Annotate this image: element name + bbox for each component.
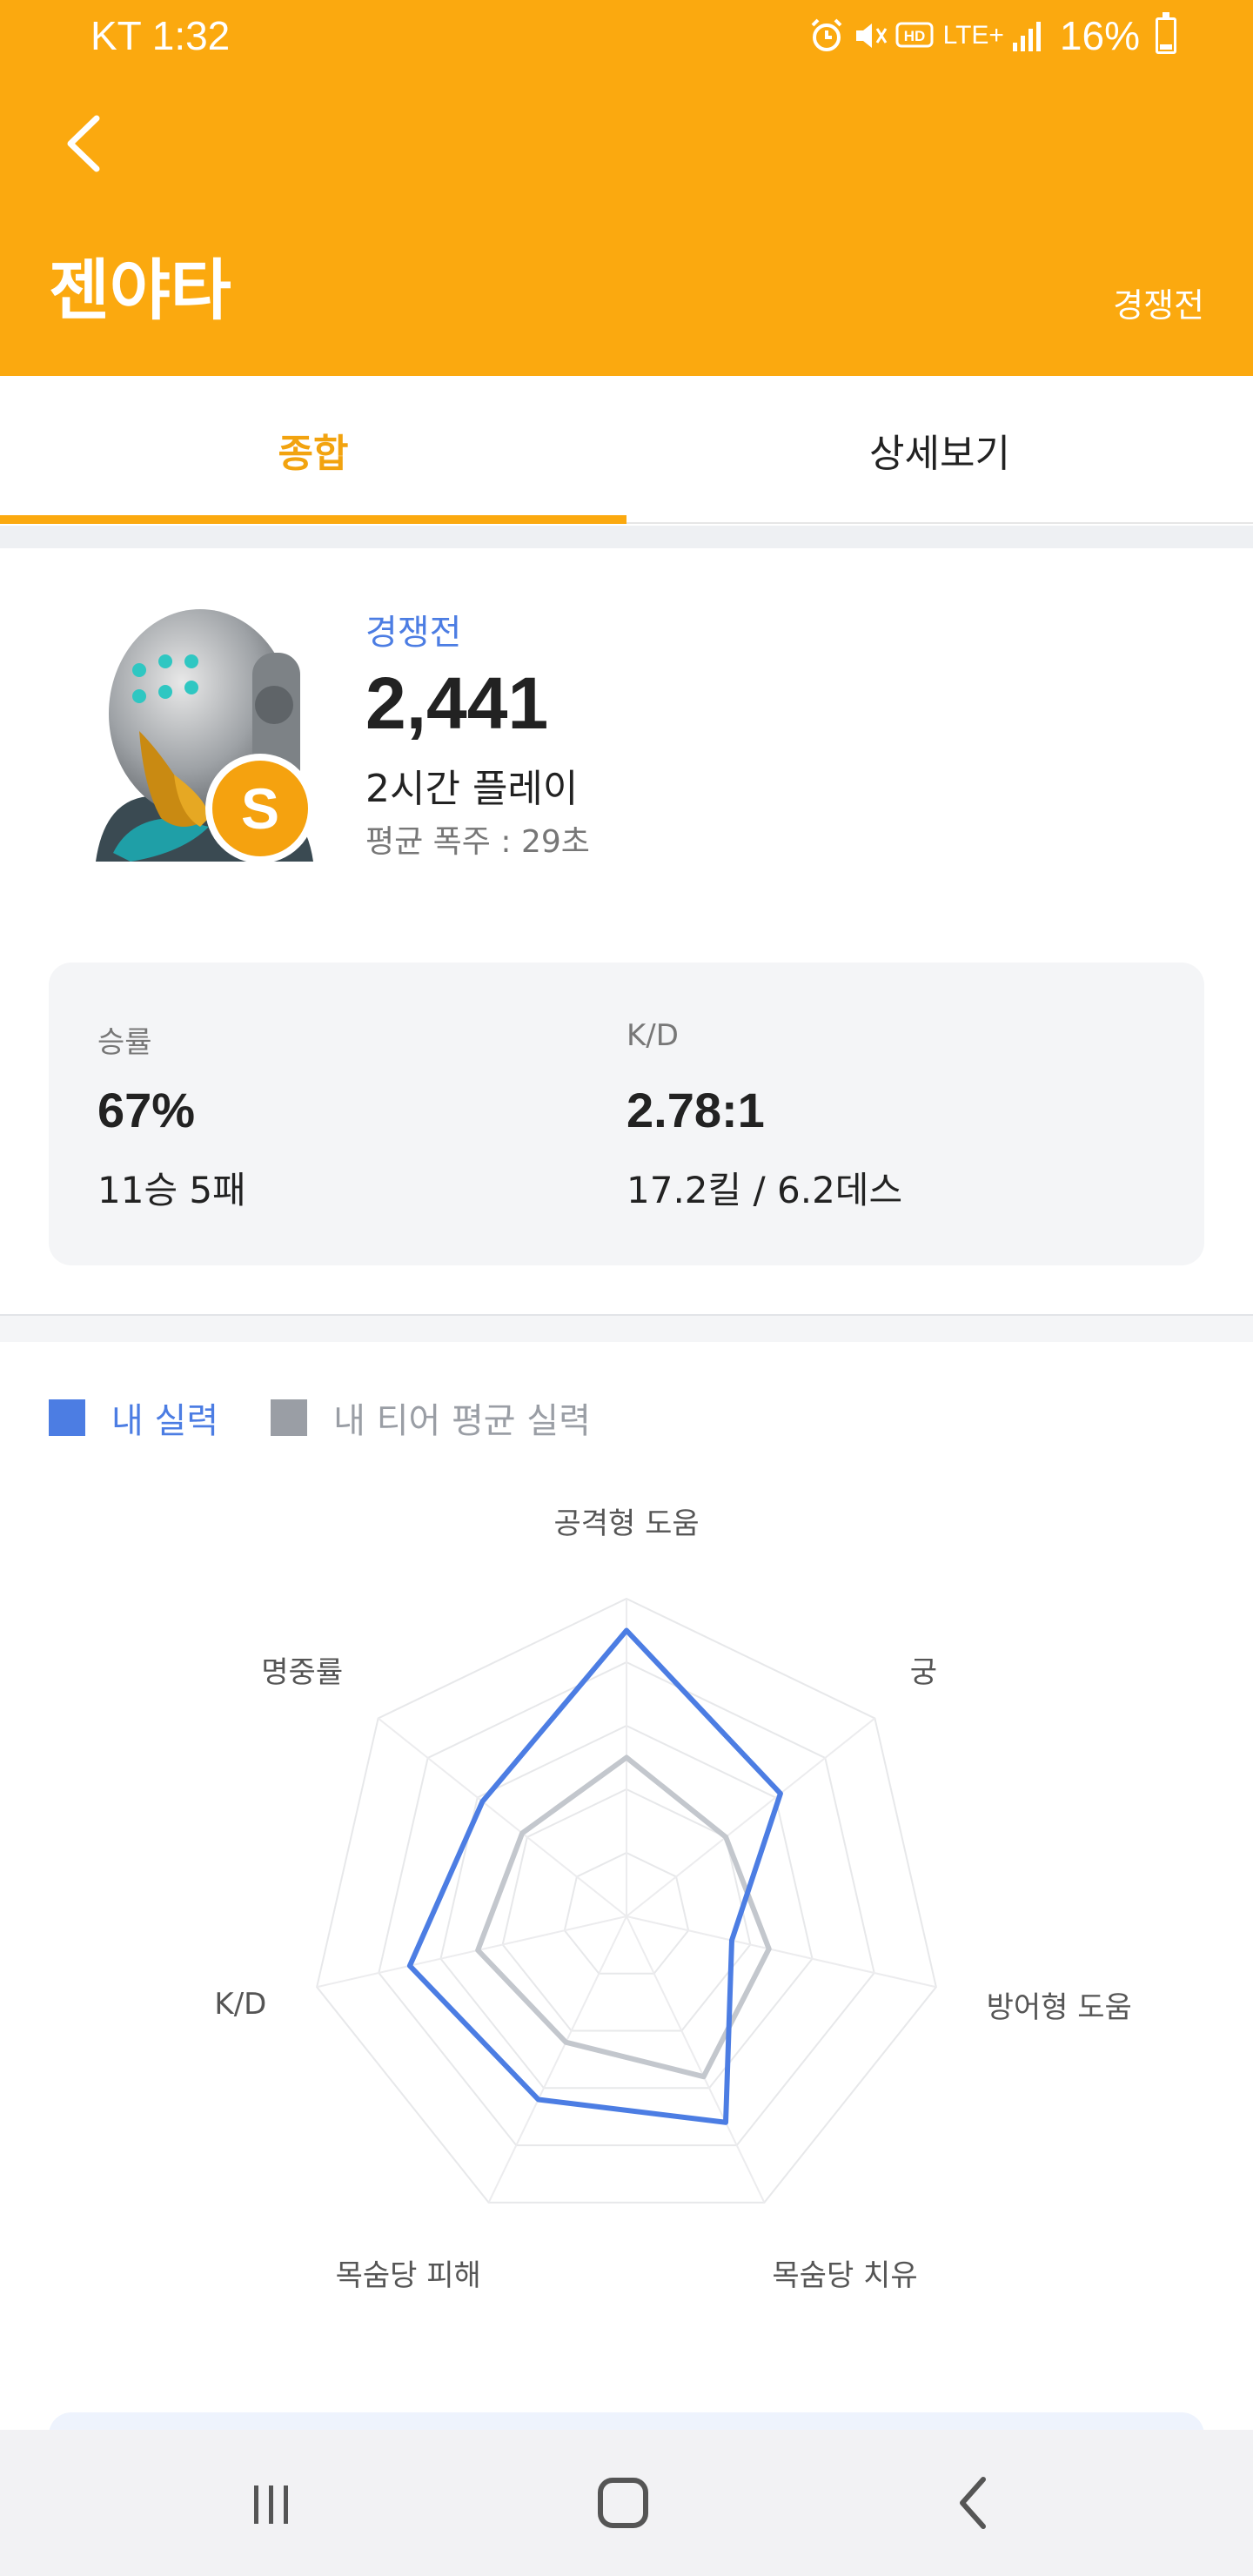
back-button[interactable] [49, 104, 118, 183]
radar-axis-label: 목숨당 피해 [335, 2258, 481, 2294]
network-type-label: LTE+ [942, 21, 1004, 50]
legend-swatch-mine [49, 1399, 85, 1436]
back-arrow-icon [67, 115, 100, 172]
tab-bar: 종합 상세보기 [0, 376, 1253, 524]
radar-svg [316, 1597, 937, 2204]
battery-icon [1156, 12, 1176, 54]
kd-label: K/D [626, 1018, 679, 1053]
home-button[interactable] [553, 2430, 693, 2576]
tab-overview[interactable]: 종합 [0, 376, 626, 524]
winrate-label: 승률 [97, 1025, 152, 1060]
system-nav-bar [0, 2430, 1253, 2576]
section-separator [0, 526, 1253, 548]
legend-label-tier-average: 내 티어 평균 실력 [333, 1401, 591, 1441]
alarm-icon [811, 18, 842, 51]
legend-item-mine[interactable]: 내 실력 [49, 1392, 218, 1443]
radar-spoke [316, 1915, 627, 1989]
legend-label-mine: 내 실력 [111, 1401, 219, 1441]
status-icons-group: HD LTE+ 16% [807, 12, 1176, 59]
legend-item-tier-average[interactable]: 내 티어 평균 실력 [271, 1392, 591, 1443]
active-tab-indicator [0, 515, 626, 524]
skill-rating: 2,441 [365, 662, 549, 744]
skill-radar-chart: 공격형 도움궁방어형 도움목숨당 치유 목숨당 피해 K/D 명중률 [0, 1506, 1253, 2367]
radar-spoke [626, 1915, 766, 2204]
chart-legend: 내 실력 내 티어 평균 실력 [49, 1392, 643, 1443]
mode-label[interactable]: 경쟁전 [1113, 278, 1204, 326]
rank-badge: S [205, 754, 315, 863]
radar-axis-label: 명중률 [261, 1654, 344, 1690]
recent-apps-button[interactable] [202, 2430, 341, 2576]
svg-text:HD: HD [903, 28, 925, 44]
hd-voice-icon: HD [895, 22, 934, 48]
win-loss-record: 11승 5패 [97, 1169, 246, 1211]
battery-percent: 16% [1059, 13, 1140, 58]
section-divider-band [0, 1316, 1253, 1342]
tab-details[interactable]: 상세보기 [626, 376, 1253, 524]
legend-swatch-tier-average [271, 1399, 308, 1436]
radar-axis-label: 방어형 도움 [986, 1989, 1132, 2025]
recent-apps-icon [254, 2485, 288, 2524]
mute-icon [855, 23, 887, 48]
system-back-button[interactable] [905, 2430, 1044, 2576]
profile-mode-title: 경쟁전 [365, 613, 462, 653]
radar-spoke [487, 1915, 627, 2204]
kd-value: 2.78:1 [626, 1083, 765, 1137]
kd-detail: 17.2킬 / 6.2데스 [626, 1169, 903, 1211]
status-carrier-time: KT 1:32 [90, 13, 231, 58]
system-back-icon [960, 2477, 986, 2529]
radar-axis-label: 궁 [909, 1654, 937, 1690]
radar-axis-label: K/D [214, 1987, 267, 2023]
signal-icon [1012, 22, 1041, 51]
status-bar: KT 1:32 HD LTE+ 16% [0, 0, 1253, 73]
radar-axis-label: 목숨당 치유 [772, 2258, 918, 2294]
avg-on-fire-text: 평균 폭주 : 29초 [365, 824, 590, 860]
home-icon [598, 2478, 648, 2528]
winrate-value: 67% [97, 1083, 196, 1137]
app-bar: KT 1:32 HD LTE+ 16% 젠야타 경쟁전 [0, 0, 1253, 376]
page-title: 젠야타 [49, 252, 231, 329]
playtime-text: 2시간 플레이 [365, 767, 579, 811]
stats-card: 승률 67% 11승 5패 K/D 2.78:1 17.2킬 / 6.2데스 [49, 963, 1204, 1265]
radar-axis-label: 공격형 도움 [553, 1506, 700, 1541]
radar-spoke [626, 1915, 937, 1989]
